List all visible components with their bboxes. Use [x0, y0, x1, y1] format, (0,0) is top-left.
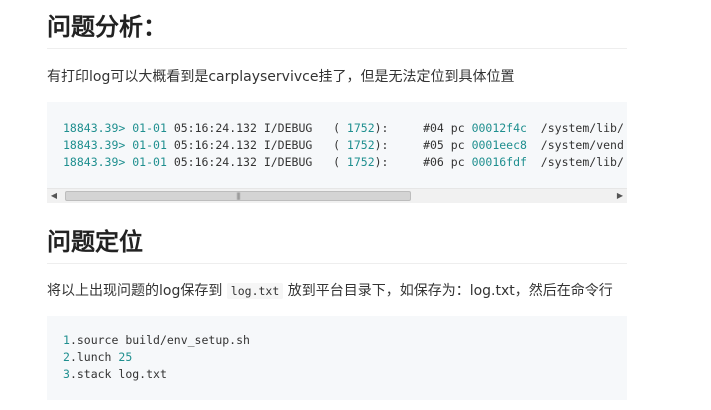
command-line: 1.source build/env_setup.sh	[63, 332, 627, 349]
command-line: 2.lunch 25	[63, 349, 627, 366]
log-date: 01-01	[132, 138, 167, 152]
log-address: 00012f4c	[471, 121, 527, 135]
log-space	[167, 155, 174, 169]
command-code: 1.source build/env_setup.sh 2.lunch 25 3.s…	[47, 316, 627, 383]
log-prefix: 18843.39>	[63, 138, 133, 152]
inline-code-log: log.txt	[226, 283, 284, 299]
log-frame: ): #04 pc	[374, 121, 472, 135]
log-address: 0001eec8	[471, 138, 527, 152]
log-space	[167, 138, 174, 152]
log-frame: ): #05 pc	[374, 138, 472, 152]
log-code-block[interactable]: 18843.39> 01-01 05:16:24.132 I/DEBUG ( 1…	[47, 102, 627, 203]
log-space	[167, 121, 174, 135]
paragraph-location-before: 将以上出现问题的log保存到	[47, 283, 223, 299]
log-line: 18843.39> 01-01 05:16:24.132 I/DEBUG ( 1…	[63, 154, 627, 171]
log-time: 05:16:24.132	[173, 155, 257, 169]
command-text: .source build/env_setup.sh	[69, 333, 250, 347]
command-number: 2	[63, 350, 70, 364]
command-number: 3	[63, 367, 70, 381]
log-date: 01-01	[132, 155, 167, 169]
command-arg: 25	[118, 350, 133, 364]
scroll-grip-icon: |||	[235, 192, 241, 200]
paragraph-location-after: 放到平台目录下，如保存为：log.txt，然后在命令行	[287, 283, 613, 299]
log-date: 01-01	[132, 121, 167, 135]
log-time: 05:16:24.132	[173, 121, 257, 135]
command-number: 1	[63, 333, 70, 347]
log-pid: 1752	[346, 138, 375, 152]
command-text: .lunch	[69, 350, 119, 364]
log-address: 00016fdf	[471, 155, 527, 169]
log-pid: 1752	[346, 155, 375, 169]
heading-problem-location: 问题定位	[47, 227, 627, 264]
heading-problem-analysis: 问题分析：	[47, 0, 627, 49]
log-tag: I/DEBUG (	[256, 138, 347, 152]
log-line: 18843.39> 01-01 05:16:24.132 I/DEBUG ( 1…	[63, 137, 627, 154]
log-tag: I/DEBUG (	[256, 121, 347, 135]
log-path: /system/lib/	[526, 121, 624, 135]
paragraph-analysis: 有打印log可以大概看到是carplayservivce挂了，但是无法定位到具体…	[47, 69, 515, 85]
log-tag: I/DEBUG (	[256, 155, 347, 169]
log-line: 18843.39> 01-01 05:16:24.132 I/DEBUG ( 1…	[63, 120, 627, 137]
article: 问题分析： 有打印log可以大概看到是carplayservivce挂了，但是无…	[47, 0, 627, 400]
scroll-left-arrow-icon[interactable]: ◀	[47, 189, 61, 203]
log-frame: ): #06 pc	[374, 155, 472, 169]
log-time: 05:16:24.132	[173, 138, 257, 152]
command-code-block[interactable]: 1.source build/env_setup.sh 2.lunch 25 3.s…	[47, 316, 627, 400]
command-text: .stack log.txt	[69, 367, 167, 381]
log-code: 18843.39> 01-01 05:16:24.132 I/DEBUG ( 1…	[47, 102, 627, 171]
log-path: /system/lib/	[526, 155, 624, 169]
command-line: 3.stack log.txt	[63, 366, 627, 383]
horizontal-scrollbar[interactable]: ◀ ||| ▶	[47, 188, 627, 203]
paragraph-location: 将以上出现问题的log保存到 log.txt 放到平台目录下，如保存为：log.…	[47, 281, 627, 301]
log-path: /system/vend	[526, 138, 624, 152]
log-prefix: 18843.39>	[63, 121, 133, 135]
scroll-right-arrow-icon[interactable]: ▶	[613, 189, 627, 203]
log-prefix: 18843.39>	[63, 155, 133, 169]
log-pid: 1752	[346, 121, 375, 135]
scrollbar-thumb[interactable]: |||	[65, 191, 411, 201]
